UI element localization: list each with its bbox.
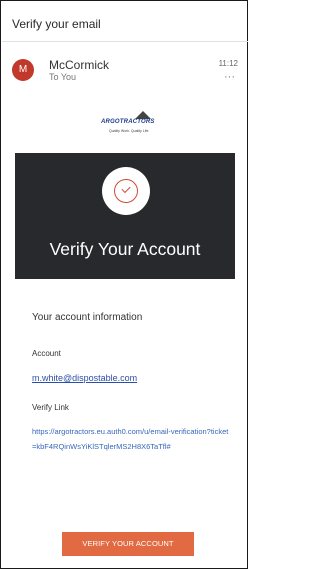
logo-tagline: Quality Work. Quality Life. [109,129,150,133]
check-circle-icon [102,167,150,215]
timestamp: 11:12 [218,59,238,68]
account-info-heading: Your account information [32,312,143,323]
check-mark-icon [121,183,131,194]
verify-hero-banner: Verify Your Account [15,153,235,279]
logo-text: ARGOTRACTORS [101,119,155,125]
check-ring [114,179,138,203]
account-label: Account [32,349,61,358]
recipient: To You [49,72,77,82]
brand-logo: ARGOTRACTORS Quality Work. Quality Life. [101,109,171,137]
hero-title: Verify Your Account [49,239,201,259]
sender-name[interactable]: McCormick [49,58,109,72]
email-subject: Verify your email [12,17,101,31]
email-viewer: Verify your email M McCormick To You 11:… [0,0,248,569]
subject-bar: Verify your email [2,2,248,42]
more-options-icon[interactable]: ··· [224,72,235,83]
avatar[interactable]: M [12,59,34,81]
verify-link[interactable]: https://argotractors.eu.auth0.com/u/emai… [32,424,232,454]
logo-mountain-icon [135,111,151,119]
sender-row: M McCormick To You 11:12 ··· [2,43,248,85]
verify-account-button[interactable]: VERIFY YOUR ACCOUNT [62,532,194,556]
account-email-link[interactable]: m.white@dispostable.com [32,373,137,383]
verify-link-label: Verify Link [32,403,69,412]
